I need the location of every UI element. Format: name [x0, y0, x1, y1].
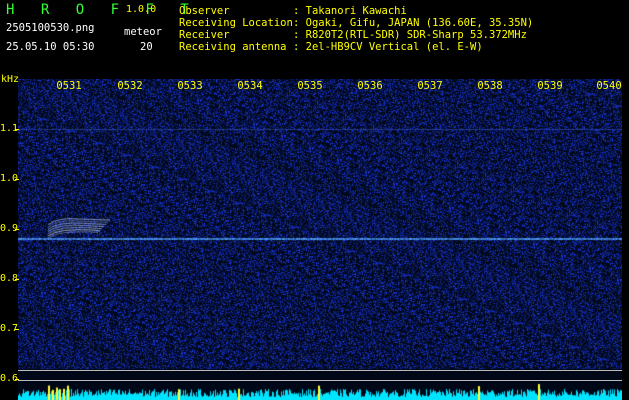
observer-label: Observer — [179, 5, 230, 17]
time-label-0540: 0540 — [596, 80, 622, 92]
time-label-0536: 0536 — [357, 80, 383, 92]
observer-value: : Takanori Kawachi — [293, 5, 407, 17]
receiver-label: Receiver — [179, 29, 230, 41]
spectrum-separator-bottom — [18, 380, 622, 381]
meteor-count: 20 — [140, 41, 153, 53]
filename: 2505100530.png — [6, 22, 95, 34]
time-label-0534: 0534 — [237, 80, 263, 92]
datetime: 25.05.10 05:30 — [6, 41, 95, 53]
time-label-0537: 0537 — [417, 80, 443, 92]
freq-tick — [15, 129, 19, 130]
time-label-0531: 0531 — [56, 80, 82, 92]
location-value: : Ogaki, Gifu, JAPAN (136.60E, 35.35N) — [293, 17, 534, 29]
location-label: Receiving Location — [179, 17, 293, 29]
spectrogram-canvas — [18, 79, 622, 400]
spectrogram — [18, 79, 622, 400]
time-label-0533: 0533 — [177, 80, 203, 92]
antenna-label: Receiving antenna — [179, 41, 287, 53]
freq-tick — [15, 229, 19, 230]
receiver-value: : R820T2(RTL-SDR) SDR-Sharp 53.372MHz — [293, 29, 527, 41]
frequency-unit: kHz — [1, 74, 20, 85]
freq-tick — [15, 279, 19, 280]
header: H R O F F T 1.0.0 2505100530.png 25.05.1… — [0, 0, 629, 78]
freq-tick — [15, 329, 19, 330]
meteor-label: meteor — [124, 26, 162, 38]
antenna-value: : 2el-HB9CV Vertical (el. E-W) — [293, 41, 483, 53]
freq-tick — [15, 179, 19, 180]
time-label-0532: 0532 — [117, 80, 143, 92]
time-label-0539: 0539 — [537, 80, 563, 92]
app-title: H R O F F T — [6, 2, 198, 18]
spectrum-separator-top — [18, 370, 622, 371]
time-label-0535: 0535 — [297, 80, 323, 92]
app-version: 1.0.0 — [126, 4, 157, 15]
time-label-0538: 0538 — [477, 80, 503, 92]
